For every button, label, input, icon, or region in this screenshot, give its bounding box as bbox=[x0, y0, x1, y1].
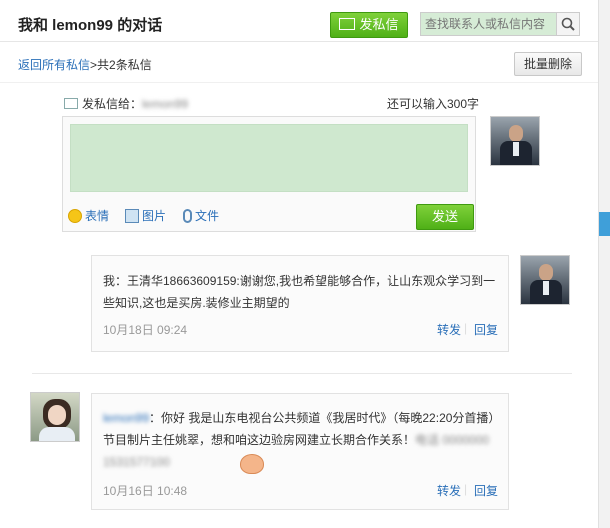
scrollbar-track[interactable] bbox=[598, 0, 610, 528]
file-tool[interactable]: 文件 bbox=[183, 207, 219, 224]
send-message-label: 发私信 bbox=[359, 17, 399, 32]
message-text: lemon99：你好 我是山东电视台公共频道《我居时代》（每晚22:20分首播）… bbox=[103, 407, 501, 473]
paperclip-icon bbox=[183, 209, 192, 223]
breadcrumb-separator: > bbox=[90, 58, 98, 72]
sender-separator: ： bbox=[149, 411, 162, 425]
message-text: 我：王清华18663609159:谢谢您,我也希望能够合作，让山东观众学习到一些… bbox=[103, 274, 496, 310]
mail-icon bbox=[339, 18, 356, 30]
action-separator: | bbox=[464, 321, 468, 335]
back-to-all-messages-link[interactable]: 返回所有私信 bbox=[18, 58, 90, 72]
message-textarea[interactable] bbox=[70, 124, 468, 192]
forward-link[interactable]: 转发 bbox=[437, 482, 461, 499]
sender-name[interactable]: lemon99 bbox=[103, 411, 149, 425]
emoticon-tool[interactable]: 表情 bbox=[68, 207, 109, 224]
file-label: 文件 bbox=[195, 209, 220, 223]
page-title: 我和 lemon99 的对话 bbox=[18, 17, 163, 34]
smiley-icon bbox=[68, 209, 82, 223]
reply-link[interactable]: 回复 bbox=[474, 482, 498, 499]
message-divider bbox=[32, 373, 572, 374]
emoticon-label: 表情 bbox=[85, 209, 110, 223]
search-input[interactable] bbox=[420, 12, 556, 36]
forward-link[interactable]: 转发 bbox=[437, 321, 461, 338]
envelope-icon bbox=[64, 98, 78, 109]
send-message-button[interactable]: 发私信 bbox=[330, 12, 408, 38]
message-time: 10月18日 09:24 bbox=[103, 323, 188, 337]
pig-emoji-icon bbox=[240, 454, 264, 474]
action-separator: | bbox=[464, 482, 468, 496]
remaining-chars: 还可以输入300字 bbox=[387, 97, 480, 111]
image-tool[interactable]: 图片 bbox=[125, 207, 166, 224]
search-icon bbox=[561, 17, 575, 31]
header-divider bbox=[0, 41, 598, 42]
image-label: 图片 bbox=[142, 209, 167, 223]
toolbar-divider bbox=[0, 82, 598, 83]
reply-link[interactable]: 回复 bbox=[474, 321, 498, 338]
message-count: 共2条私信 bbox=[97, 58, 152, 72]
image-icon bbox=[125, 209, 139, 223]
scrollbar-thumb[interactable] bbox=[599, 212, 610, 236]
search-button[interactable] bbox=[556, 12, 580, 36]
breadcrumb: 返回所有私信>共2条私信 bbox=[18, 56, 152, 73]
compose-to-label: 发私信给： bbox=[82, 97, 143, 111]
sender-avatar[interactable] bbox=[30, 392, 80, 442]
my-avatar[interactable] bbox=[490, 116, 540, 166]
recipient-name: lemon99 bbox=[142, 97, 189, 111]
batch-delete-button[interactable]: 批量删除 bbox=[514, 52, 582, 76]
message-time: 10月16日 10:48 bbox=[103, 484, 188, 498]
my-avatar[interactable] bbox=[520, 255, 570, 305]
send-button[interactable]: 发送 bbox=[416, 204, 474, 230]
compose-recipient: 发私信给：lemon99 bbox=[64, 95, 188, 112]
